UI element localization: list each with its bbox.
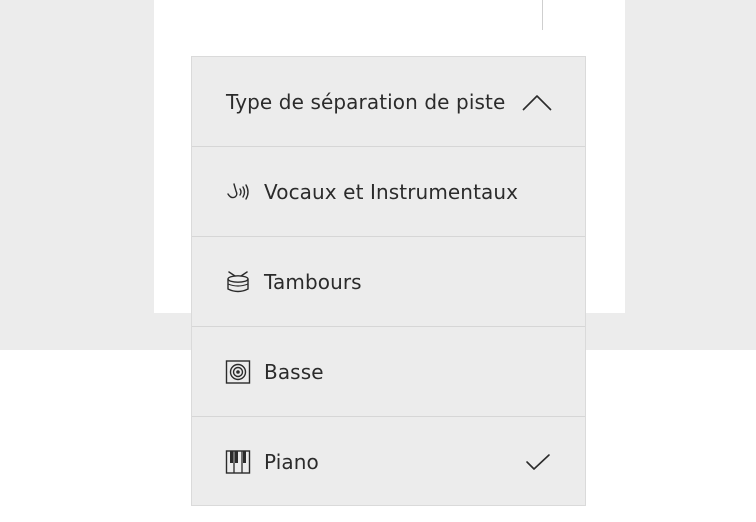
dropdown-item-bass[interactable]: Basse [192,327,585,417]
chevron-up-icon[interactable] [521,94,553,112]
vocal-icon [225,180,251,204]
speaker-icon [225,360,251,384]
checkmark-icon [525,453,551,471]
dropdown-item-vocals[interactable]: Vocaux et Instrumentaux [192,147,585,237]
dropdown-item-label: Piano [264,450,319,474]
piano-icon [225,450,251,474]
dropdown-header[interactable]: Type de séparation de piste [192,57,585,147]
dropdown-item-label: Tambours [264,270,362,294]
dropdown-title: Type de séparation de piste [226,90,506,114]
dropdown-item-drums[interactable]: Tambours [192,237,585,327]
dropdown-item-label: Basse [264,360,324,384]
vertical-divider [542,0,543,30]
dropdown-item-piano[interactable]: Piano [192,417,585,507]
track-separation-dropdown: Type de séparation de piste Vocaux et In… [191,56,586,506]
dropdown-item-label: Vocaux et Instrumentaux [264,180,519,204]
drum-icon [225,270,251,294]
